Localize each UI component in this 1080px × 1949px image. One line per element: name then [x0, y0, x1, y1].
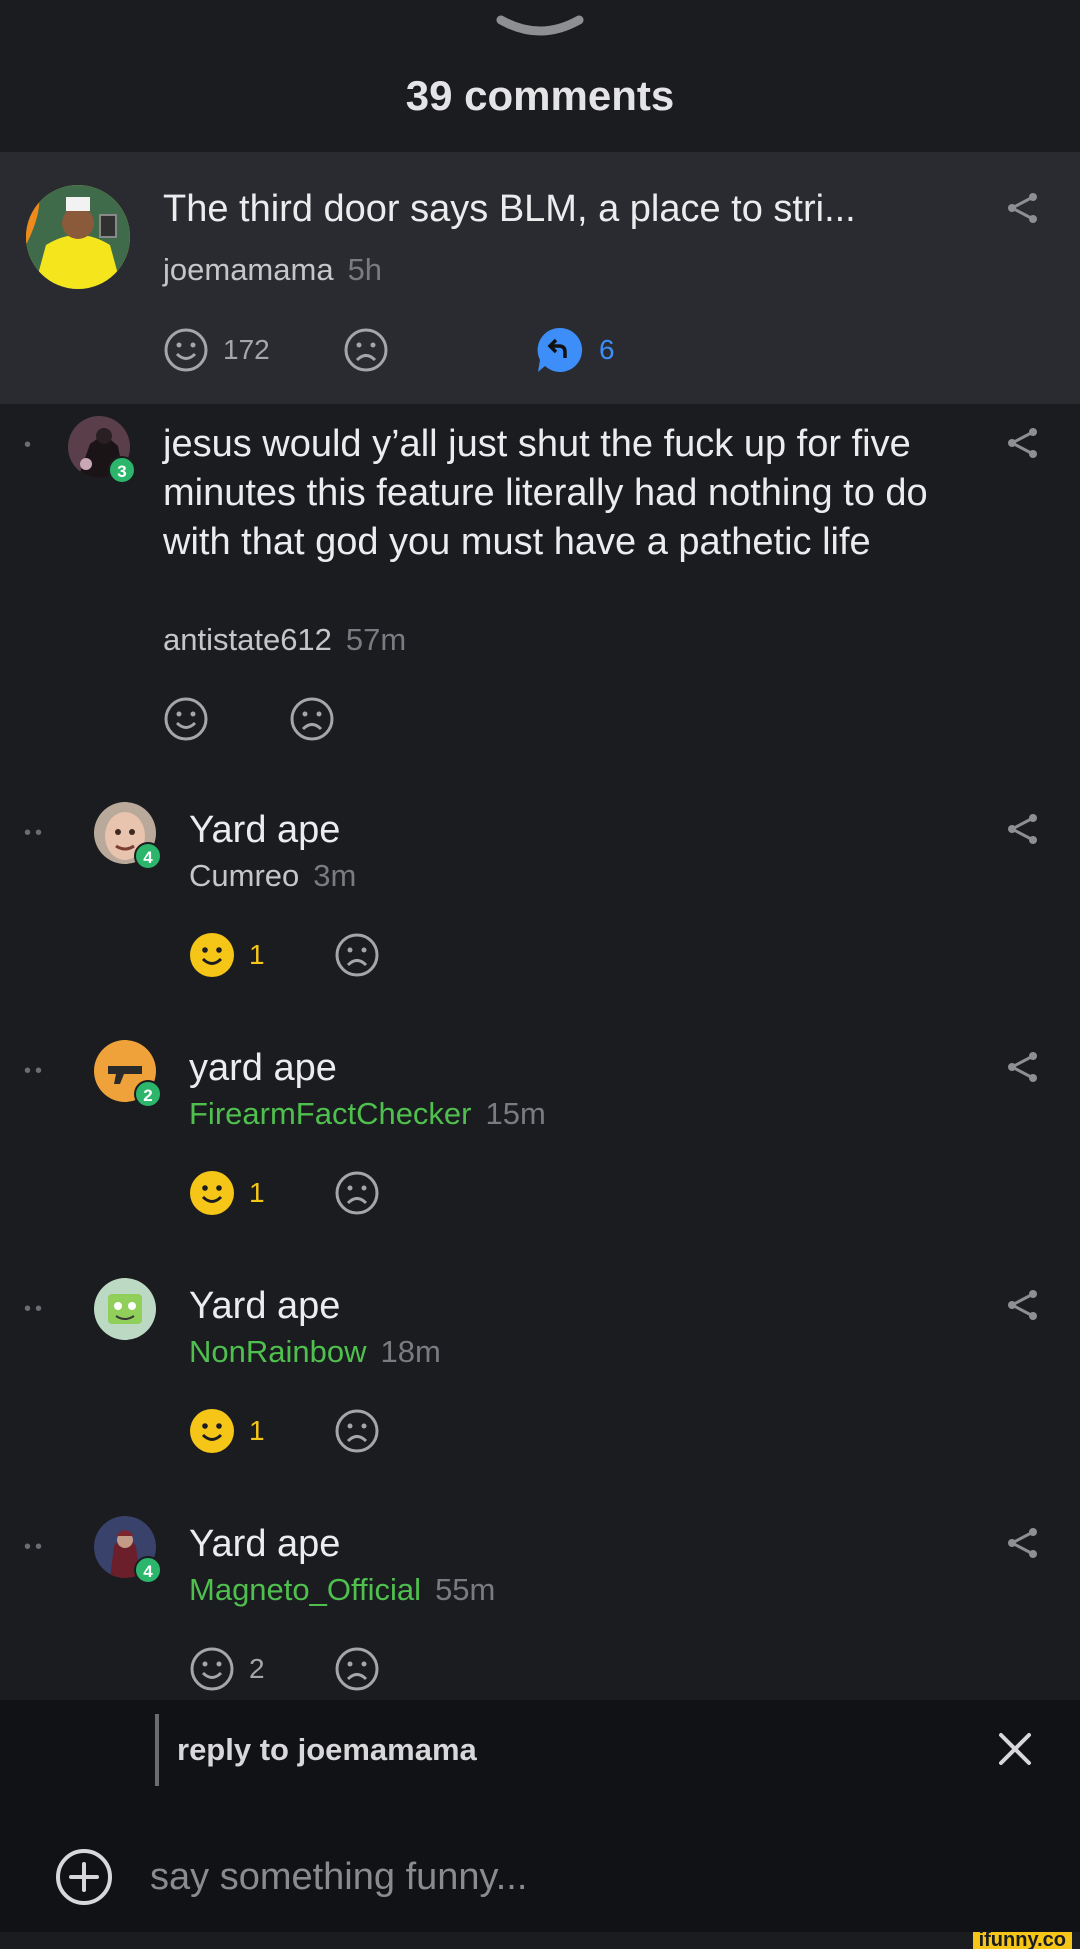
comment-item[interactable]: •• 2 yard ape FirearmFactChecker 15m 1 [0, 1022, 1080, 1260]
share-icon[interactable] [1006, 1526, 1040, 1560]
level-badge: 4 [134, 1556, 162, 1584]
thread-depth-indicator: • [24, 434, 36, 456]
username[interactable]: Magneto_Official [189, 1572, 421, 1607]
comment-meta: joemamama 5h [163, 252, 382, 288]
smile-reaction[interactable]: 1 [189, 932, 265, 978]
watermark-logo: ifunny.co [972, 1930, 1072, 1949]
username[interactable]: joemamama [163, 252, 334, 287]
comment-text: Yard ape [189, 1523, 341, 1565]
unsmile-icon[interactable] [289, 696, 335, 742]
smile-reaction[interactable]: 1 [189, 1170, 265, 1216]
smile-reaction[interactable]: 1 [189, 1408, 265, 1454]
unsmile-icon[interactable] [343, 327, 389, 373]
reply-count: 6 [599, 334, 615, 365]
level-badge: 2 [134, 1080, 162, 1108]
level-badge: 3 [108, 456, 136, 484]
timestamp: 5h [347, 252, 383, 287]
comment-meta: NonRainbow 18m [189, 1334, 441, 1370]
username[interactable]: Cumreo [189, 858, 299, 893]
unsmile-icon[interactable] [334, 1408, 380, 1454]
comment-item[interactable]: •• 4 Yard ape Cumreo 3m 1 [0, 784, 1080, 1022]
reply-composer: reply to joemamama [0, 1700, 1080, 1932]
comment-text: The third door says BLM, a place to stri… [163, 188, 856, 230]
smile-icon[interactable] [163, 696, 209, 742]
reply-indicator-line [155, 1714, 159, 1786]
smile-icon[interactable] [189, 1646, 235, 1692]
timestamp: 15m [485, 1096, 546, 1131]
add-attachment-icon[interactable] [55, 1848, 113, 1906]
unsmile-icon[interactable] [334, 932, 380, 978]
chevron-down-icon[interactable] [495, 12, 585, 42]
smile-count: 2 [249, 1653, 265, 1684]
reply-bubble-icon[interactable] [535, 325, 585, 375]
comment-text: yard ape [189, 1047, 337, 1089]
username[interactable]: NonRainbow [189, 1334, 367, 1369]
smile-count: 172 [223, 334, 270, 365]
comment-item[interactable]: The third door says BLM, a place to stri… [0, 152, 1080, 404]
comment-item[interactable]: • 3 jesus would y’all just shut the fuck… [0, 404, 1080, 784]
replies-button[interactable]: 6 [535, 325, 615, 375]
comment-meta: FirearmFactChecker 15m [189, 1096, 546, 1132]
username[interactable]: antistate612 [163, 622, 332, 657]
thread-depth-indicator: •• [24, 1298, 47, 1320]
comments-header: 39 comments [0, 0, 1080, 152]
share-icon[interactable] [1006, 812, 1040, 846]
comment-text: jesus would y’all just shut the fuck up … [163, 423, 928, 563]
comment-text: Yard ape [189, 809, 341, 851]
share-icon[interactable] [1006, 426, 1040, 460]
timestamp: 55m [435, 1572, 496, 1607]
close-icon[interactable] [996, 1730, 1034, 1768]
smile-icon[interactable] [189, 1170, 235, 1216]
smile-count: 1 [249, 939, 265, 970]
smile-icon[interactable] [189, 932, 235, 978]
thread-depth-indicator: •• [24, 822, 47, 844]
comment-text: Yard ape [189, 1285, 341, 1327]
username[interactable]: FirearmFactChecker [189, 1096, 472, 1131]
comment-meta: Cumreo 3m [189, 858, 356, 894]
avatar[interactable] [94, 1278, 156, 1340]
share-icon[interactable] [1006, 191, 1040, 225]
level-badge: 4 [134, 842, 162, 870]
page-title: 39 comments [405, 72, 675, 119]
comment-meta: antistate612 57m [163, 622, 406, 658]
smile-icon[interactable] [189, 1408, 235, 1454]
thread-depth-indicator: •• [24, 1060, 47, 1082]
comment-input[interactable] [150, 1848, 970, 1906]
unsmile-icon[interactable] [334, 1170, 380, 1216]
timestamp: 3m [313, 858, 357, 893]
smile-count: 1 [249, 1177, 265, 1208]
avatar[interactable] [26, 185, 130, 289]
timestamp: 18m [380, 1334, 441, 1369]
smile-reaction[interactable]: 172 [163, 327, 270, 373]
smile-icon[interactable] [163, 327, 209, 373]
comment-item[interactable]: •• Yard ape NonRainbow 18m 1 [0, 1260, 1080, 1498]
smile-reaction[interactable]: 2 [189, 1646, 265, 1692]
timestamp: 57m [345, 622, 407, 657]
reply-to-label: reply to joemamama [177, 1732, 477, 1767]
comment-meta: Magneto_Official 55m [189, 1572, 495, 1608]
unsmile-icon[interactable] [334, 1646, 380, 1692]
comment-item[interactable]: •• 4 Yard ape Magneto_Official 55m 2 [0, 1498, 1080, 1700]
share-icon[interactable] [1006, 1288, 1040, 1322]
smile-count: 1 [249, 1415, 265, 1446]
thread-depth-indicator: •• [24, 1536, 47, 1558]
share-icon[interactable] [1006, 1050, 1040, 1084]
